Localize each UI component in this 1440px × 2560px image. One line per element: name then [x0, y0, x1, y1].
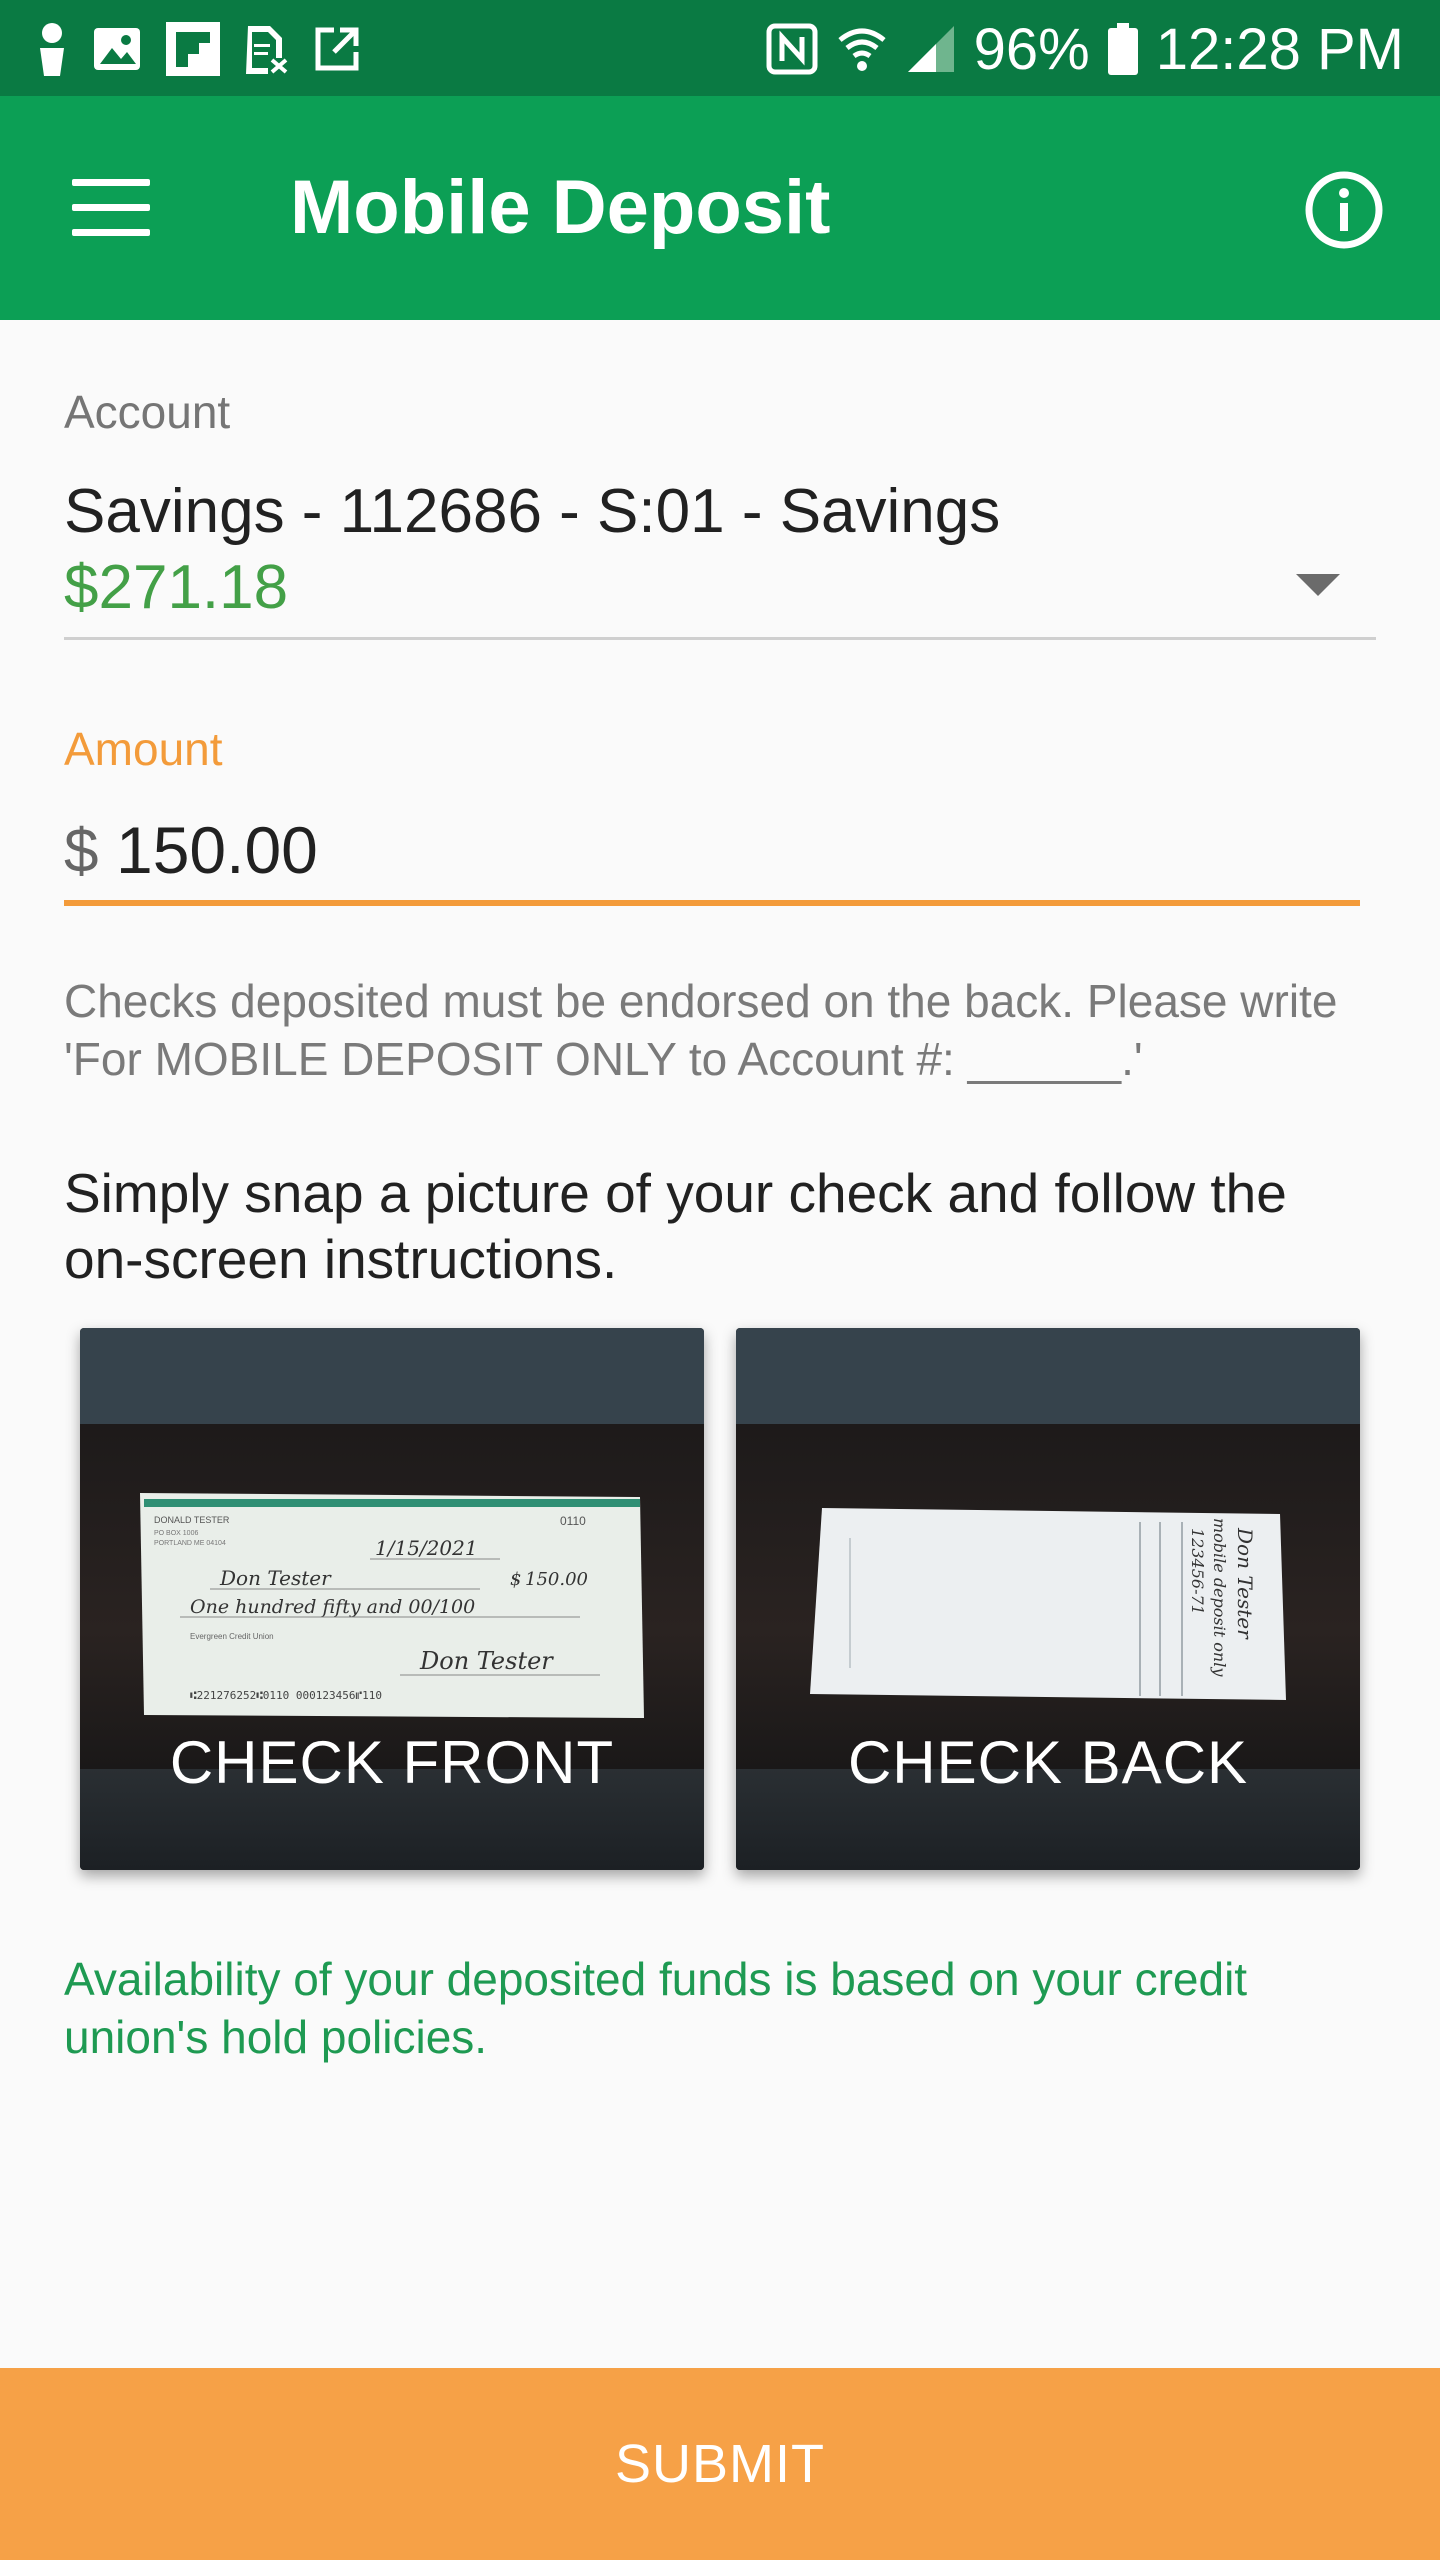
nfc-icon — [766, 23, 818, 75]
instructions-text: Simply snap a picture of your check and … — [64, 1162, 1287, 1290]
account-label: Account — [64, 386, 231, 438]
check-front-button[interactable]: DONALD TESTER PO BOX 1006 PORTLAND ME 04… — [80, 1328, 704, 1870]
svg-text:Don Tester: Don Tester — [219, 1566, 332, 1590]
check-back-button[interactable]: Don Tester mobile deposit only 123456-71… — [736, 1328, 1360, 1870]
svg-text:Evergreen Credit Union: Evergreen Credit Union — [190, 1632, 274, 1641]
external-link-icon — [315, 27, 359, 71]
svg-text:⑆221276252⑆0110 000123456⑈110: ⑆221276252⑆0110 000123456⑈110 — [190, 1689, 382, 1702]
check-back-label: CHECK BACK — [847, 1729, 1249, 1796]
menu-icon[interactable] — [72, 179, 152, 237]
battery-icon — [1107, 23, 1138, 75]
amount-input[interactable]: $ 150.00 — [64, 800, 1360, 906]
svg-text:0110: 0110 — [560, 1514, 586, 1528]
image-icon — [94, 28, 140, 70]
info-icon[interactable] — [1304, 170, 1384, 250]
amount-value: 150.00 — [116, 813, 318, 887]
svg-text:One hundred fifty and 00/100: One hundred fifty and 00/100 — [190, 1596, 475, 1618]
svg-text:mobile deposit only: mobile deposit only — [1210, 1518, 1229, 1677]
sim-icon — [246, 26, 288, 74]
status-bar: 96% 12:28 PM — [0, 0, 1440, 96]
page-title: Mobile Deposit — [290, 165, 831, 250]
amount-label: Amount — [64, 723, 223, 775]
check-back-image: Don Tester mobile deposit only 123456-71 — [810, 1508, 1286, 1700]
svg-text:1/15/2021: 1/15/2021 — [375, 1536, 478, 1560]
currency-symbol: $ — [64, 817, 99, 886]
svg-text:DONALD TESTER: DONALD TESTER — [154, 1515, 230, 1525]
dropdown-arrow-icon — [1296, 574, 1340, 596]
endorsement-note: Checks deposited must be endorsed on the… — [64, 975, 1338, 1085]
availability-note: Availability of your deposited funds is … — [64, 1953, 1248, 2063]
check-front-label: CHECK FRONT — [169, 1729, 615, 1796]
battery-percent: 96% — [973, 16, 1090, 82]
svg-text:150.00: 150.00 — [525, 1569, 588, 1590]
svg-text:123456-71: 123456-71 — [1188, 1528, 1207, 1615]
svg-text:$: $ — [510, 1569, 521, 1590]
submit-button[interactable]: SUBMIT — [0, 2368, 1440, 2560]
status-bar-system: 96% 12:28 PM — [766, 14, 1404, 84]
flipboard-icon — [166, 22, 220, 76]
account-dropdown[interactable]: Savings - 112686 - S:01 - Savings $271.1… — [64, 470, 1376, 640]
app-bar: Mobile Deposit — [0, 96, 1440, 320]
wifi-icon — [838, 28, 886, 71]
svg-text:Don Tester: Don Tester — [1233, 1527, 1257, 1640]
person-icon — [40, 23, 64, 76]
svg-text:Don Tester: Don Tester — [419, 1647, 554, 1675]
account-name: Savings - 112686 - S:01 - Savings — [64, 477, 1001, 546]
signal-icon — [907, 26, 954, 72]
submit-label: SUBMIT — [614, 2434, 825, 2494]
clock: 12:28 PM — [1155, 16, 1404, 82]
svg-text:PO BOX 1006: PO BOX 1006 — [154, 1530, 198, 1537]
status-bar-notifications — [36, 22, 360, 76]
svg-text:PORTLAND ME 04104: PORTLAND ME 04104 — [154, 1540, 226, 1547]
account-balance: $271.18 — [64, 553, 289, 622]
mobile-deposit-screen: 96% 12:28 PM Mobile Deposit Account Savi… — [0, 0, 1440, 2560]
check-front-image: DONALD TESTER PO BOX 1006 PORTLAND ME 04… — [140, 1493, 644, 1718]
